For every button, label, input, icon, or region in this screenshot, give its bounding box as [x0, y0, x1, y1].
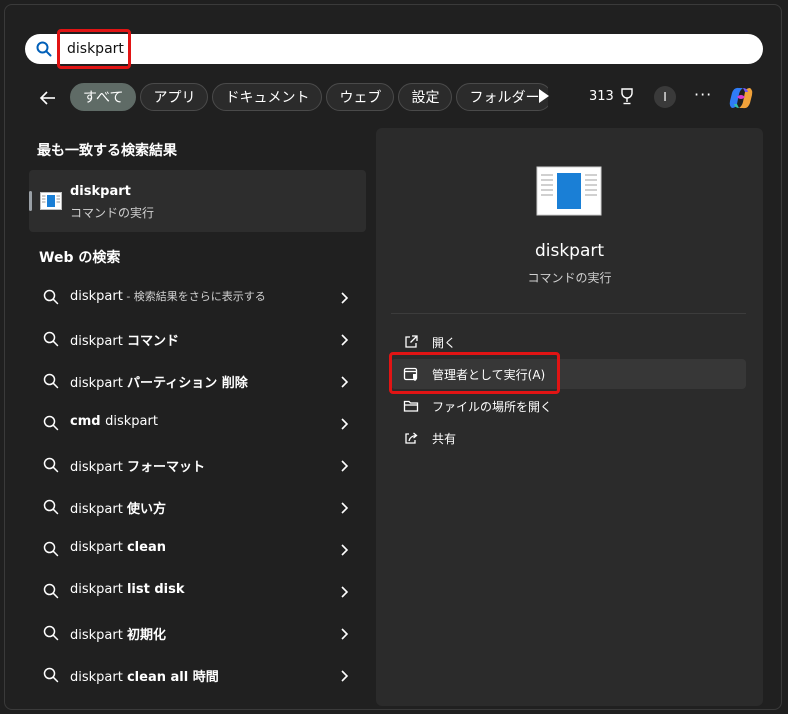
chevron-right-icon: [339, 458, 349, 472]
web-result-label: diskpart コマンド: [70, 334, 179, 349]
web-result-label: diskpart フォーマット: [70, 460, 205, 475]
web-result-item[interactable]: diskpart list disk: [29, 570, 366, 612]
chevron-right-icon: [339, 374, 349, 388]
folder-icon: [403, 398, 419, 414]
action-share[interactable]: 共有: [391, 423, 746, 453]
search-icon: [43, 541, 59, 557]
search-icon: [43, 415, 59, 431]
chevron-right-icon: [339, 584, 349, 598]
web-result-label: diskpart list disk: [70, 582, 185, 597]
best-match-subtitle: コマンドの実行: [70, 206, 155, 220]
web-result-label: diskpart 初期化: [70, 628, 166, 643]
chevron-right-icon: [339, 332, 349, 346]
action-label: ファイルの場所を開く: [432, 400, 553, 414]
chevron-right-icon: [339, 542, 349, 556]
trophy-icon[interactable]: [619, 88, 635, 106]
detail-pane: diskpart コマンドの実行 開く 管理者として実行(A) ファイルの場所を…: [376, 128, 763, 706]
search-icon: [43, 373, 59, 389]
web-result-item[interactable]: diskpart 初期化: [29, 612, 366, 654]
chevron-right-icon: [339, 416, 349, 430]
search-icon: [43, 499, 59, 515]
copilot-icon[interactable]: [727, 84, 755, 112]
search-highlight-box: [57, 29, 131, 69]
action-open-file-location[interactable]: ファイルの場所を開く: [391, 391, 746, 421]
search-icon: [43, 289, 59, 305]
web-result-label: diskpart 使い方: [70, 502, 166, 517]
web-result-item[interactable]: diskpart 使い方: [29, 486, 366, 528]
chip-folders[interactable]: フォルダー: [456, 83, 548, 111]
run-as-admin-highlight-box: [389, 352, 560, 394]
rewards-points: 313: [589, 89, 614, 104]
web-result-item[interactable]: diskpart フォーマット: [29, 444, 366, 486]
search-bar[interactable]: [25, 34, 763, 64]
search-icon: [43, 583, 59, 599]
chip-documents[interactable]: ドキュメント: [212, 83, 323, 111]
web-result-label: diskpart clean all 時間: [70, 670, 219, 685]
divider: [391, 313, 746, 314]
search-input[interactable]: [41, 38, 661, 60]
web-result-label: cmd diskpart: [70, 414, 158, 429]
back-arrow-icon[interactable]: [38, 88, 58, 108]
web-result-label: diskpart パーティション 削除: [70, 376, 248, 391]
search-icon: [43, 667, 59, 683]
web-result-item[interactable]: diskpart clean: [29, 528, 366, 570]
app-window-icon: [536, 166, 602, 216]
filter-chips: すべてアプリドキュメントウェブ設定フォルダー写真: [70, 83, 548, 115]
share-icon: [403, 430, 419, 446]
chevron-right-icon: [339, 500, 349, 514]
search-icon: [43, 331, 59, 347]
search-icon: [43, 457, 59, 473]
web-results-list: diskpart - 検索結果をさらに表示する diskpart コマンド di…: [29, 276, 366, 696]
more-options-icon[interactable]: ···: [694, 85, 712, 104]
web-result-item[interactable]: diskpart clean all 時間: [29, 654, 366, 696]
detail-subtitle: コマンドの実行: [527, 271, 612, 285]
best-match-heading: 最も一致する検索結果: [37, 143, 177, 159]
search-icon: [43, 625, 59, 641]
web-result-item[interactable]: diskpart コマンド: [29, 318, 366, 360]
chip-all[interactable]: すべて: [70, 83, 137, 111]
web-result-label: diskpart clean: [70, 540, 166, 555]
chevron-right-icon: [339, 626, 349, 640]
avatar[interactable]: I: [654, 86, 676, 108]
detail-title: diskpart: [534, 241, 605, 261]
action-label: 開く: [432, 336, 457, 350]
chip-settings[interactable]: 設定: [398, 83, 453, 111]
filter-bar: すべてアプリドキュメントウェブ設定フォルダー写真 313 I ···: [30, 83, 770, 113]
chevron-right-icon: [339, 290, 349, 304]
web-result-item[interactable]: cmd diskpart: [29, 402, 366, 444]
chevron-right-icon: [339, 668, 349, 682]
web-result-item[interactable]: diskpart - 検索結果をさらに表示する: [29, 276, 366, 318]
selection-indicator: [29, 191, 32, 211]
app-window-icon: [40, 192, 62, 210]
best-match-name: diskpart: [70, 184, 131, 199]
chip-apps[interactable]: アプリ: [140, 83, 209, 111]
open-external-icon: [403, 334, 419, 350]
action-label: 共有: [432, 432, 457, 446]
web-search-heading: Web の検索: [39, 250, 121, 266]
chip-web[interactable]: ウェブ: [326, 83, 395, 111]
best-match-item[interactable]: diskpart コマンドの実行: [29, 170, 366, 232]
web-result-label: diskpart - 検索結果をさらに表示する: [70, 289, 266, 304]
web-result-item[interactable]: diskpart パーティション 削除: [29, 360, 366, 402]
play-icon[interactable]: [539, 89, 549, 103]
